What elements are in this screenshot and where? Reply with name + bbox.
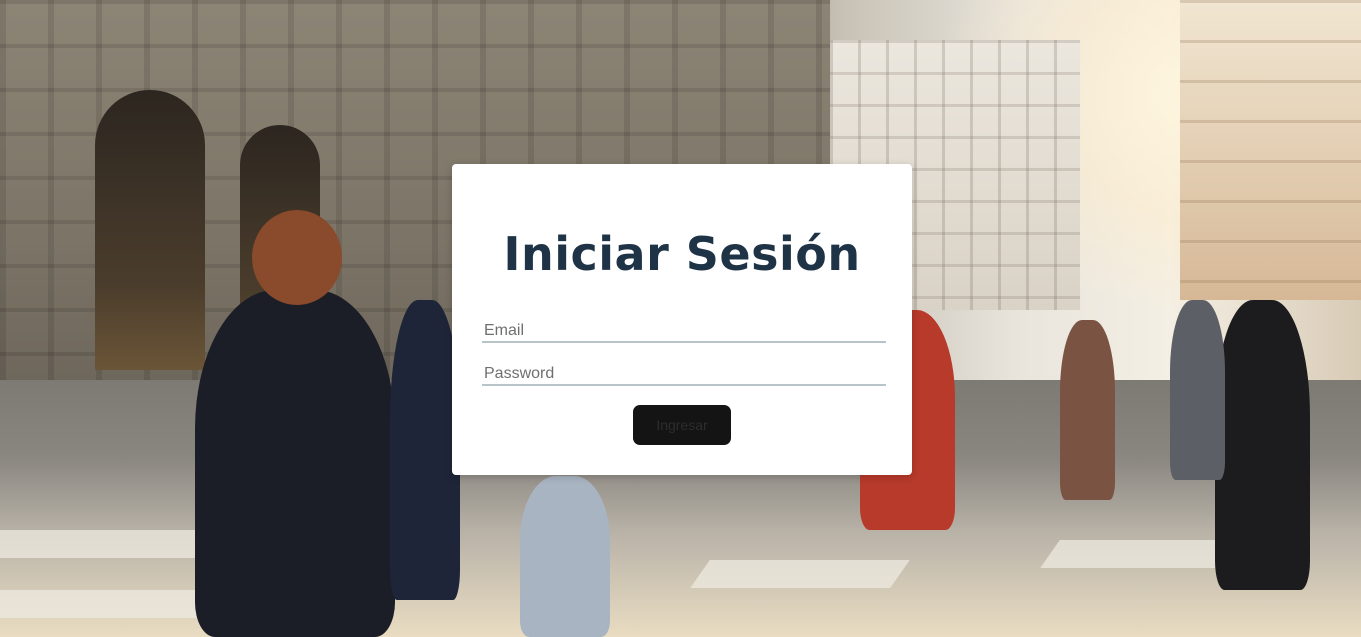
- pedestrian: [1170, 300, 1225, 480]
- pedestrian: [195, 290, 395, 637]
- pedestrian: [520, 476, 610, 637]
- pedestrian: [1215, 300, 1310, 590]
- password-field[interactable]: [482, 364, 886, 386]
- crosswalk-stripe: [1040, 540, 1240, 568]
- login-card: Iniciar Sesión Ingresar: [452, 164, 912, 475]
- crosswalk-stripe: [690, 560, 910, 588]
- right-building: [1180, 0, 1361, 300]
- pedestrian-head: [252, 210, 342, 305]
- page-title: Iniciar Sesión: [503, 227, 861, 281]
- pedestrian: [1060, 320, 1115, 500]
- submit-button[interactable]: Ingresar: [633, 405, 731, 445]
- pedestrian: [390, 300, 460, 600]
- building-arch: [95, 90, 205, 370]
- email-field[interactable]: [482, 321, 886, 343]
